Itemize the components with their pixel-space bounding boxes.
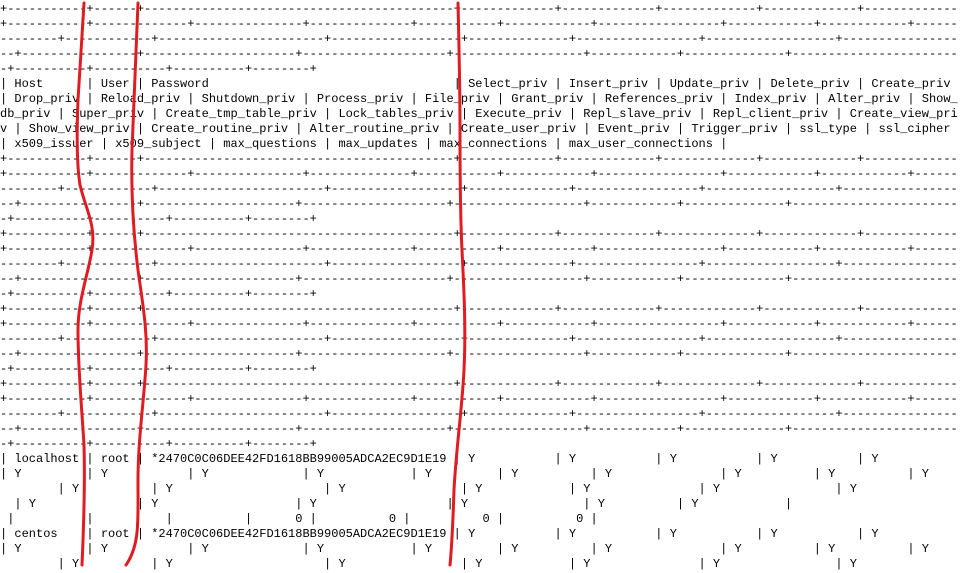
terminal-line: -+----------+----------+----------+-----…: [0, 287, 317, 301]
terminal-line: | Y | Y | Y | Y | Y | Y |: [0, 497, 958, 511]
terminal-line: +-----------+------+--------------------…: [0, 302, 958, 316]
terminal-line: +-----------+------+--------------------…: [0, 2, 958, 16]
mysql-user-table: +-----------+------+--------------------…: [0, 0, 960, 573]
terminal-line: +-----------+-------------+-------------…: [0, 242, 958, 256]
terminal-line: | Y | Y | Y | Y | Y | Y | Y: [0, 557, 958, 571]
terminal-line: | x509_issuer | x509_subject | max_quest…: [0, 137, 727, 151]
terminal-line: --+----------------+--------------------…: [0, 197, 958, 211]
terminal-line: +-----------+------+--------------------…: [0, 377, 958, 391]
terminal-line: +-----------+------+--------------------…: [0, 152, 958, 166]
terminal-line: +-----------+------+--------------------…: [0, 227, 958, 241]
terminal-line: | Host | User | Password | Select_priv |…: [0, 77, 958, 91]
terminal-line: --+----------------+--------------------…: [0, 422, 958, 436]
terminal-line: db_priv | Super_priv | Create_tmp_table_…: [0, 107, 958, 121]
terminal-line: +-----------+-------------+-------------…: [0, 167, 958, 181]
terminal-line: +-----------+-------------+-------------…: [0, 17, 958, 31]
terminal-line: -+----------+----------+----------+-----…: [0, 362, 317, 376]
terminal-line: -+----------+----------+----------+-----…: [0, 437, 317, 451]
terminal-line: -+----------+----------+----------+-----…: [0, 62, 317, 76]
terminal-line: | centos | root | *2470C0C06DEE42FD1618B…: [0, 527, 958, 541]
terminal-line: | localhost | root | *2470C0C06DEE42FD16…: [0, 452, 958, 466]
terminal-line: --+----------------+--------------------…: [0, 347, 958, 361]
terminal-line: +-----------+-------------+-------------…: [0, 392, 958, 406]
terminal-line: | Y | Y | Y | Y | Y | Y | Y | Y | Y | Y: [0, 542, 958, 556]
terminal-line: --------+------------+------------------…: [0, 257, 958, 271]
terminal-line: --+----------------+--------------------…: [0, 272, 958, 286]
terminal-line: --------+------------+------------------…: [0, 332, 958, 346]
terminal-line: | Y | Y | Y | Y | Y | Y | Y: [0, 482, 958, 496]
terminal-line: --------+------------+------------------…: [0, 32, 958, 46]
terminal-line: --+----------------+--------------------…: [0, 47, 958, 61]
terminal-line: | Drop_priv | Reload_priv | Shutdown_pri…: [0, 92, 958, 106]
terminal-line: --------+------------+------------------…: [0, 182, 958, 196]
terminal-line: | Y | Y | Y | Y | Y | Y | Y | Y | Y | Y: [0, 467, 958, 481]
terminal-line: v | Show_view_priv | Create_routine_priv…: [0, 122, 958, 136]
terminal-line: +-----------+-------------+-------------…: [0, 317, 958, 331]
terminal-line: | | | | 0 | 0 | 0 | 0 |: [0, 512, 598, 526]
terminal-line: -+----------+----------+----------+-----…: [0, 212, 317, 226]
terminal-line: --------+------------+------------------…: [0, 407, 958, 421]
